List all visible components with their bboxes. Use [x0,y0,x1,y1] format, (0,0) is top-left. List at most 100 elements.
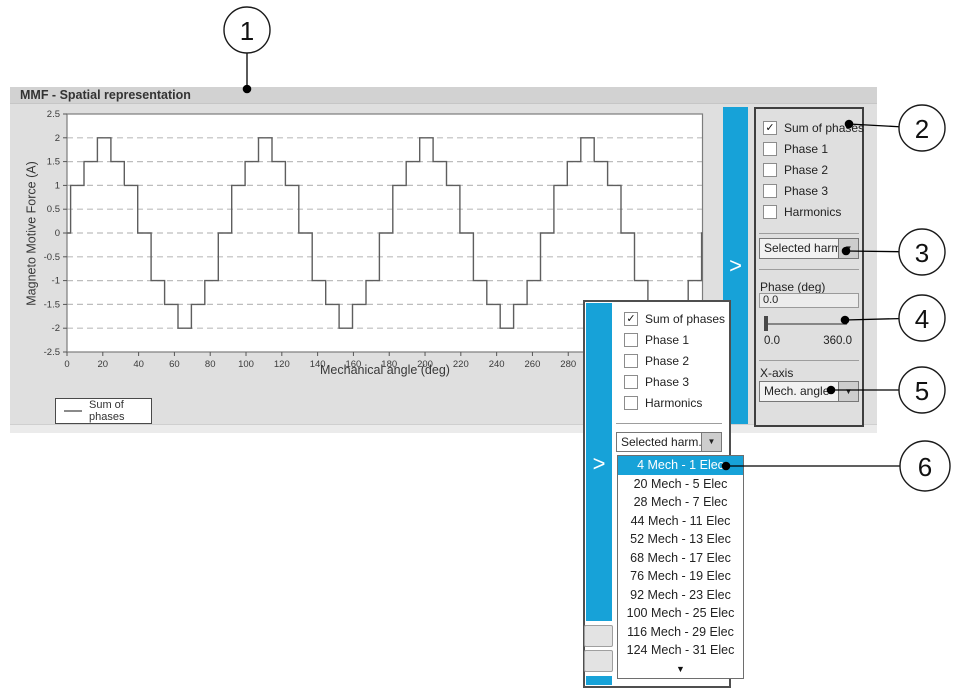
chevron-right-icon: > [586,453,612,475]
callout-circle [899,295,945,341]
harmonic-option[interactable]: 44 Mech - 11 Elec [618,512,743,531]
callout-1: 1 [224,7,270,93]
callout-number: 3 [915,238,929,268]
checkbox-unchecked-icon[interactable] [763,205,777,219]
checkbox-row: Phase 2 [624,350,729,371]
phase-checkbox-group: ✓ Sum of phases Phase 1 Phase 2 Phase 3 Harmo… [756,117,869,222]
harmonic-option[interactable]: 116 Mech - 29 Elec [618,623,743,642]
harmonic-option[interactable]: 68 Mech - 17 Elec [618,549,743,568]
plot-control-panel: ✓ Sum of phases Phase 1 Phase 2 Phase 3 Harmo… [754,107,864,427]
dropdown-button[interactable]: ▼ [838,382,858,401]
callout-number: 6 [918,452,932,482]
separator [616,423,722,424]
legend-line-icon [64,410,82,412]
phase-slider-handle[interactable] [764,316,768,331]
separator [759,269,859,270]
checkbox-row: ✓ Sum of phases [763,117,869,138]
checkbox-label: Phase 3 [784,184,828,198]
checkbox-row: ✓ Sum of phases [624,308,729,329]
checkbox-checked-icon[interactable]: ✓ [763,121,777,135]
checkbox-row: Phase 2 [763,159,869,180]
chevron-right-icon: > [723,255,748,277]
checkbox-label: Harmonics [784,205,841,219]
chart-legend: Sum of phases [55,398,152,424]
checkbox-unchecked-icon[interactable] [763,142,777,156]
harmonic-option[interactable]: 100 Mech - 25 Elec [618,604,743,623]
background-panel-fragment [584,625,613,647]
callout-number: 4 [915,304,929,334]
x-axis-dropdown[interactable]: Mech. angle ▼ [759,381,859,402]
phase-checkbox-group: ✓ Sum of phases Phase 1 Phase 2 Phase 3 Harmo… [613,308,729,413]
scroll-down-icon: ▼ [676,664,685,674]
window-bottom-strip [10,424,877,433]
callout-6: 6 [722,441,950,491]
callout-number: 2 [915,114,929,144]
callout-circle [899,367,945,413]
harmonic-dropdown-list: 4 Mech - 1 Elec20 Mech - 5 Elec28 Mech -… [617,455,744,679]
checkbox-label: Sum of phases [645,312,725,326]
callout-number: 1 [240,16,254,46]
checkbox-label: Phase 1 [645,333,689,347]
x-axis-select-label: X-axis [760,366,793,380]
callout-number: 5 [915,376,929,406]
selected-harmonic-dropdown[interactable]: Selected harm. ▼ [616,432,722,452]
checkbox-row: Harmonics [624,392,729,413]
harmonic-option[interactable]: 52 Mech - 13 Elec [618,530,743,549]
selected-harmonic-value: Selected harm. [760,239,838,258]
harmonic-option[interactable]: 92 Mech - 23 Elec [618,586,743,605]
harmonic-option[interactable]: 20 Mech - 5 Elec [618,475,743,494]
checkbox-row: Phase 3 [624,371,729,392]
slider-max-label: 360.0 [823,335,852,347]
harmonic-option[interactable]: 124 Mech - 31 Elec [618,641,743,660]
checkbox-unchecked-icon[interactable] [763,184,777,198]
checkbox-label: Phase 2 [645,354,689,368]
popup-expander-bar[interactable]: > [586,303,612,621]
dropdown-arrow-icon: ▼ [845,245,853,253]
checkbox-unchecked-icon[interactable] [624,375,638,389]
checkbox-label: Phase 1 [784,142,828,156]
callout-circle [224,7,270,53]
harmonic-option[interactable]: 76 Mech - 19 Elec [618,567,743,586]
checkbox-unchecked-icon[interactable] [624,396,638,410]
separator [759,360,859,361]
background-expander-fragment [586,676,612,685]
background-panel-fragment [584,650,613,672]
checkbox-label: Phase 2 [784,163,828,177]
x-axis-label: Mechanical angle (deg) [255,363,515,377]
checkbox-unchecked-icon[interactable] [624,354,638,368]
checkbox-row: Phase 3 [763,180,869,201]
legend-label: Sum of phases [89,399,151,423]
figure-canvas: MMF - Spatial representation 02040608010… [0,0,961,688]
checkbox-label: Phase 3 [645,375,689,389]
checkbox-row: Phase 1 [624,329,729,350]
callout-circle [900,441,950,491]
checkbox-label: Sum of phases [784,121,864,135]
checkbox-row: Phase 1 [763,138,869,159]
selected-harmonic-dropdown[interactable]: Selected harm. ▼ [759,238,859,259]
callout-circle [899,105,945,151]
x-axis-value: Mech. angle [760,382,838,401]
checkbox-unchecked-icon[interactable] [763,163,777,177]
checkbox-row: Harmonics [763,201,869,222]
phase-slider-track[interactable] [764,323,847,325]
selected-harmonic-value: Selected harm. [617,433,701,451]
checkbox-unchecked-icon[interactable] [624,333,638,347]
callout-circle [899,229,945,275]
harmonic-option[interactable]: 4 Mech - 1 Elec [618,456,743,475]
checkbox-checked-icon[interactable]: ✓ [624,312,638,326]
checkbox-label: Harmonics [645,396,702,410]
dropdown-arrow-icon: ▼ [708,438,716,446]
separator [759,233,859,234]
y-axis-label: Magneto Motive Force (A) [25,114,40,354]
dropdown-button[interactable]: ▼ [838,239,858,258]
list-scroll-down[interactable]: ▼ [618,660,743,679]
window-titlebar: MMF - Spatial representation [10,87,877,104]
window-title: MMF - Spatial representation [10,87,877,103]
harmonic-popup-panel: > ✓ Sum of phases Phase 1 Phase 2 Phase 3 Har… [583,300,731,688]
slider-min-label: 0.0 [764,335,780,347]
dropdown-button[interactable]: ▼ [701,433,721,451]
harmonic-option[interactable]: 28 Mech - 7 Elec [618,493,743,512]
phase-value-field[interactable]: 0.0 [759,293,859,308]
phase-deg-label: Phase (deg) [760,280,825,294]
dropdown-arrow-icon: ▼ [845,388,853,396]
